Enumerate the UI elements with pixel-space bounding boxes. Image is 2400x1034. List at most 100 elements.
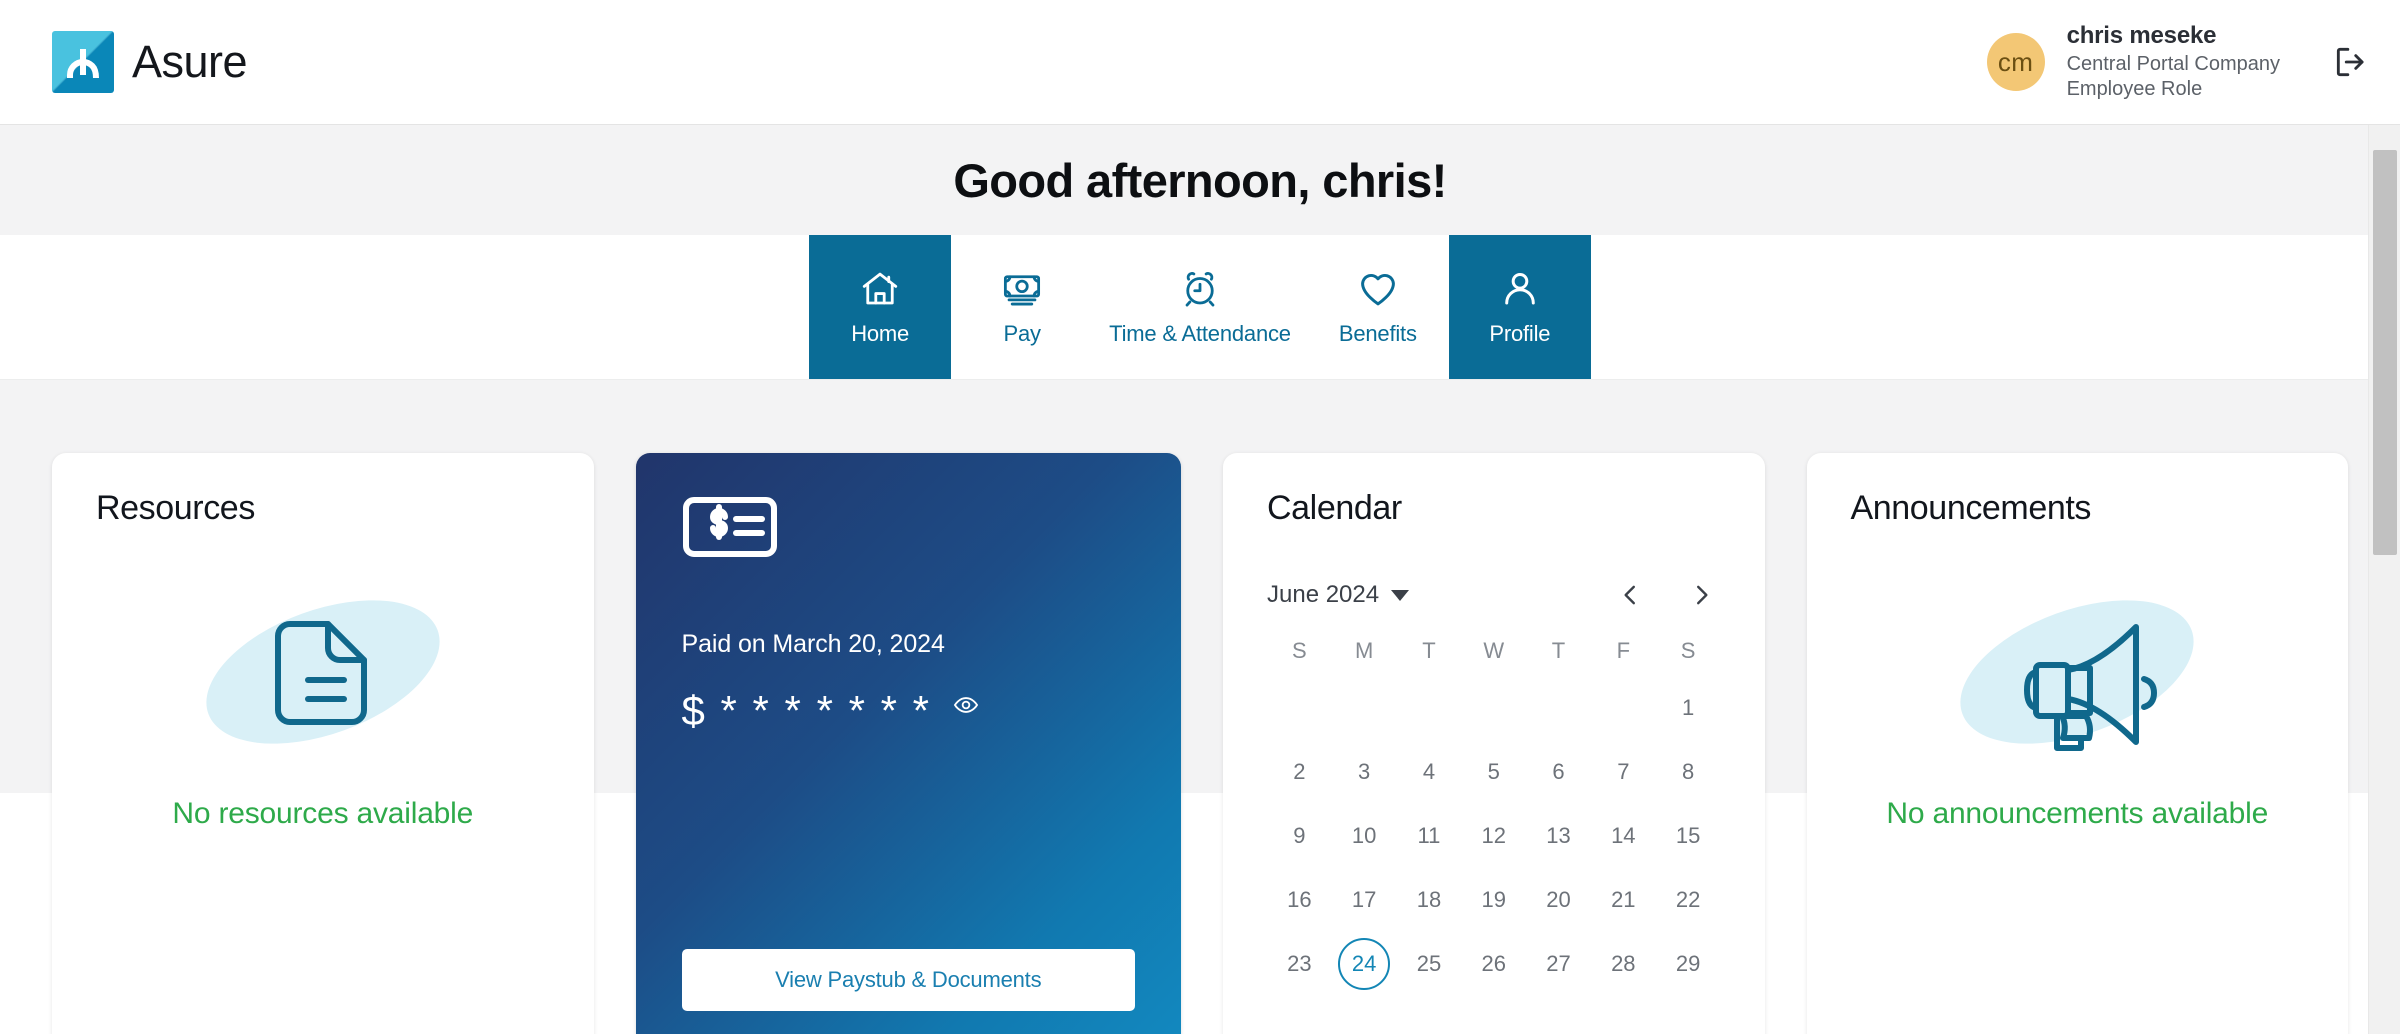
calendar-empty-cell bbox=[1461, 678, 1526, 738]
calendar-day-number: 9 bbox=[1293, 823, 1306, 848]
app-root: Asure cm chris meseke Central Portal Com… bbox=[0, 0, 2400, 1034]
calendar-empty-cell bbox=[1591, 678, 1656, 738]
nav-tab-list: Home Pay Time & Attendance Benefits Prof… bbox=[809, 235, 1591, 379]
calendar-day[interactable]: 17 bbox=[1332, 870, 1397, 930]
calendar-day-header: T bbox=[1422, 638, 1436, 663]
calendar-day[interactable]: 13 bbox=[1526, 806, 1591, 866]
greeting-banner: Good afternoon, chris! bbox=[0, 125, 2400, 235]
calendar-month-label: June 2024 bbox=[1267, 581, 1380, 608]
calendar-day-number: 13 bbox=[1546, 823, 1571, 848]
scrollbar-thumb[interactable] bbox=[2373, 150, 2397, 555]
tab-time-attendance[interactable]: Time & Attendance bbox=[1093, 235, 1307, 379]
calendar-empty-cell bbox=[1267, 678, 1332, 738]
calendar-day-number: 25 bbox=[1416, 951, 1442, 976]
paycheck-icon bbox=[682, 495, 1136, 564]
tab-profile-label: Profile bbox=[1489, 321, 1551, 346]
brand-name: Asure bbox=[132, 36, 248, 87]
tab-pay[interactable]: Pay bbox=[951, 235, 1093, 379]
calendar-day[interactable]: 9 bbox=[1267, 806, 1332, 866]
heart-icon bbox=[1357, 267, 1399, 311]
person-icon bbox=[1499, 267, 1541, 311]
calendar-day[interactable]: 21 bbox=[1591, 870, 1656, 930]
calendar-day-number: 7 bbox=[1617, 759, 1630, 784]
user-menu[interactable]: cm chris meseke Central Portal Company E… bbox=[1986, 21, 2374, 103]
calendar-day[interactable]: 3 bbox=[1332, 742, 1397, 802]
calendar-day[interactable]: 6 bbox=[1526, 742, 1591, 802]
chevron-left-icon[interactable] bbox=[1611, 576, 1649, 614]
megaphone-icon bbox=[1912, 580, 2242, 755]
pay-cta-wrap: View Paystub & Documents bbox=[681, 905, 1135, 1011]
page-title: Good afternoon, chris! bbox=[953, 153, 1447, 207]
calendar-day[interactable]: 27 bbox=[1526, 934, 1591, 994]
calendar-day[interactable]: 23 bbox=[1267, 934, 1332, 994]
calendar-day-number: 27 bbox=[1546, 951, 1571, 976]
calendar-day-number: 4 bbox=[1422, 759, 1436, 784]
calendar-day[interactable]: 29 bbox=[1656, 934, 1721, 994]
eye-icon[interactable] bbox=[953, 692, 979, 718]
asure-logo-icon bbox=[52, 31, 114, 93]
calendar-grid: S M T W T F S 1 2 3 4 5 6 7 8 9 10 11 12 13 14 15 16 17 18 19 20 21… bbox=[1267, 628, 1721, 994]
calendar-day-number: 23 bbox=[1287, 951, 1312, 976]
calendar-day-number: 12 bbox=[1481, 823, 1506, 848]
calendar-day[interactable]: 12 bbox=[1461, 806, 1526, 866]
pay-card: Paid on March 20, 2024 $ * * * * * * * V… bbox=[635, 453, 1181, 1034]
calendar-day[interactable]: 14 bbox=[1591, 806, 1656, 866]
tab-pay-label: Pay bbox=[1003, 321, 1042, 346]
calendar-day[interactable]: 11 bbox=[1397, 806, 1462, 866]
calendar-title: Calendar bbox=[1267, 489, 1402, 527]
calendar-day[interactable]: 7 bbox=[1591, 742, 1656, 802]
calendar-day[interactable]: 5 bbox=[1461, 742, 1526, 802]
calendar-day-number: 18 bbox=[1416, 887, 1442, 912]
tab-home[interactable]: Home bbox=[809, 235, 952, 379]
document-icon bbox=[158, 580, 488, 755]
calendar-day-number: 2 bbox=[1293, 759, 1306, 784]
avatar: cm bbox=[1986, 33, 2045, 91]
calendar-day[interactable]: 26 bbox=[1461, 934, 1526, 994]
calendar-day[interactable]: 18 bbox=[1397, 870, 1462, 930]
calendar-empty-cell bbox=[1397, 678, 1462, 738]
pay-amount-masked: $ * * * * * * * bbox=[681, 687, 931, 734]
resources-empty-state: No resources available bbox=[96, 580, 550, 831]
calendar-day[interactable]: 10 bbox=[1332, 806, 1397, 866]
announcements-empty-message: No announcements available bbox=[1886, 797, 2269, 830]
calendar-header: June 2024 bbox=[1267, 576, 1721, 614]
calendar-day[interactable]: 4 bbox=[1397, 742, 1462, 802]
home-icon bbox=[859, 267, 901, 311]
calendar-nav bbox=[1611, 576, 1721, 614]
calendar-day[interactable]: 19 bbox=[1461, 870, 1526, 930]
calendar-day-number: 28 bbox=[1611, 951, 1636, 976]
announcements-card: Announcements No announcements available bbox=[1806, 453, 2348, 1034]
resources-title: Resources bbox=[96, 489, 255, 527]
user-name: chris meseke bbox=[2066, 22, 2217, 50]
calendar-day[interactable]: 15 bbox=[1656, 806, 1721, 866]
calendar-month-selector[interactable]: June 2024 bbox=[1267, 581, 1410, 609]
calendar-day[interactable]: 20 bbox=[1526, 870, 1591, 930]
calendar-day-number: 6 bbox=[1552, 759, 1565, 784]
calendar-day[interactable]: 1 bbox=[1656, 678, 1721, 738]
brand[interactable]: Asure bbox=[52, 31, 248, 93]
calendar-day-header: W bbox=[1483, 638, 1505, 663]
calendar-day[interactable]: 16 bbox=[1267, 870, 1332, 930]
view-paystub-button[interactable]: View Paystub & Documents bbox=[681, 949, 1135, 1011]
resources-empty-message: No resources available bbox=[172, 797, 474, 830]
calendar-day-today[interactable]: 24 bbox=[1332, 934, 1397, 994]
calendar-day-header: S bbox=[1680, 638, 1696, 663]
calendar-day-number: 26 bbox=[1481, 951, 1506, 976]
tab-benefits[interactable]: Benefits bbox=[1307, 235, 1449, 379]
calendar-day-header: S bbox=[1292, 638, 1307, 663]
tab-profile[interactable]: Profile bbox=[1448, 235, 1591, 379]
calendar-day[interactable]: 28 bbox=[1591, 934, 1656, 994]
calendar-day[interactable]: 2 bbox=[1267, 742, 1332, 802]
announcements-title: Announcements bbox=[1850, 489, 2092, 527]
card-grid: Resources No resources available Paid on… bbox=[52, 453, 2348, 1034]
logout-icon[interactable] bbox=[2328, 39, 2374, 85]
calendar-day-number: 10 bbox=[1351, 823, 1377, 848]
calendar-day[interactable]: 22 bbox=[1656, 870, 1721, 930]
chevron-right-icon[interactable] bbox=[1683, 576, 1721, 614]
calendar-day-number: 15 bbox=[1675, 823, 1701, 848]
tab-time-attendance-label: Time & Attendance bbox=[1109, 321, 1291, 346]
calendar-day[interactable]: 8 bbox=[1656, 742, 1721, 802]
tab-home-label: Home bbox=[851, 321, 910, 346]
calendar-day[interactable]: 25 bbox=[1397, 934, 1462, 994]
vertical-scrollbar[interactable] bbox=[2368, 125, 2400, 1034]
